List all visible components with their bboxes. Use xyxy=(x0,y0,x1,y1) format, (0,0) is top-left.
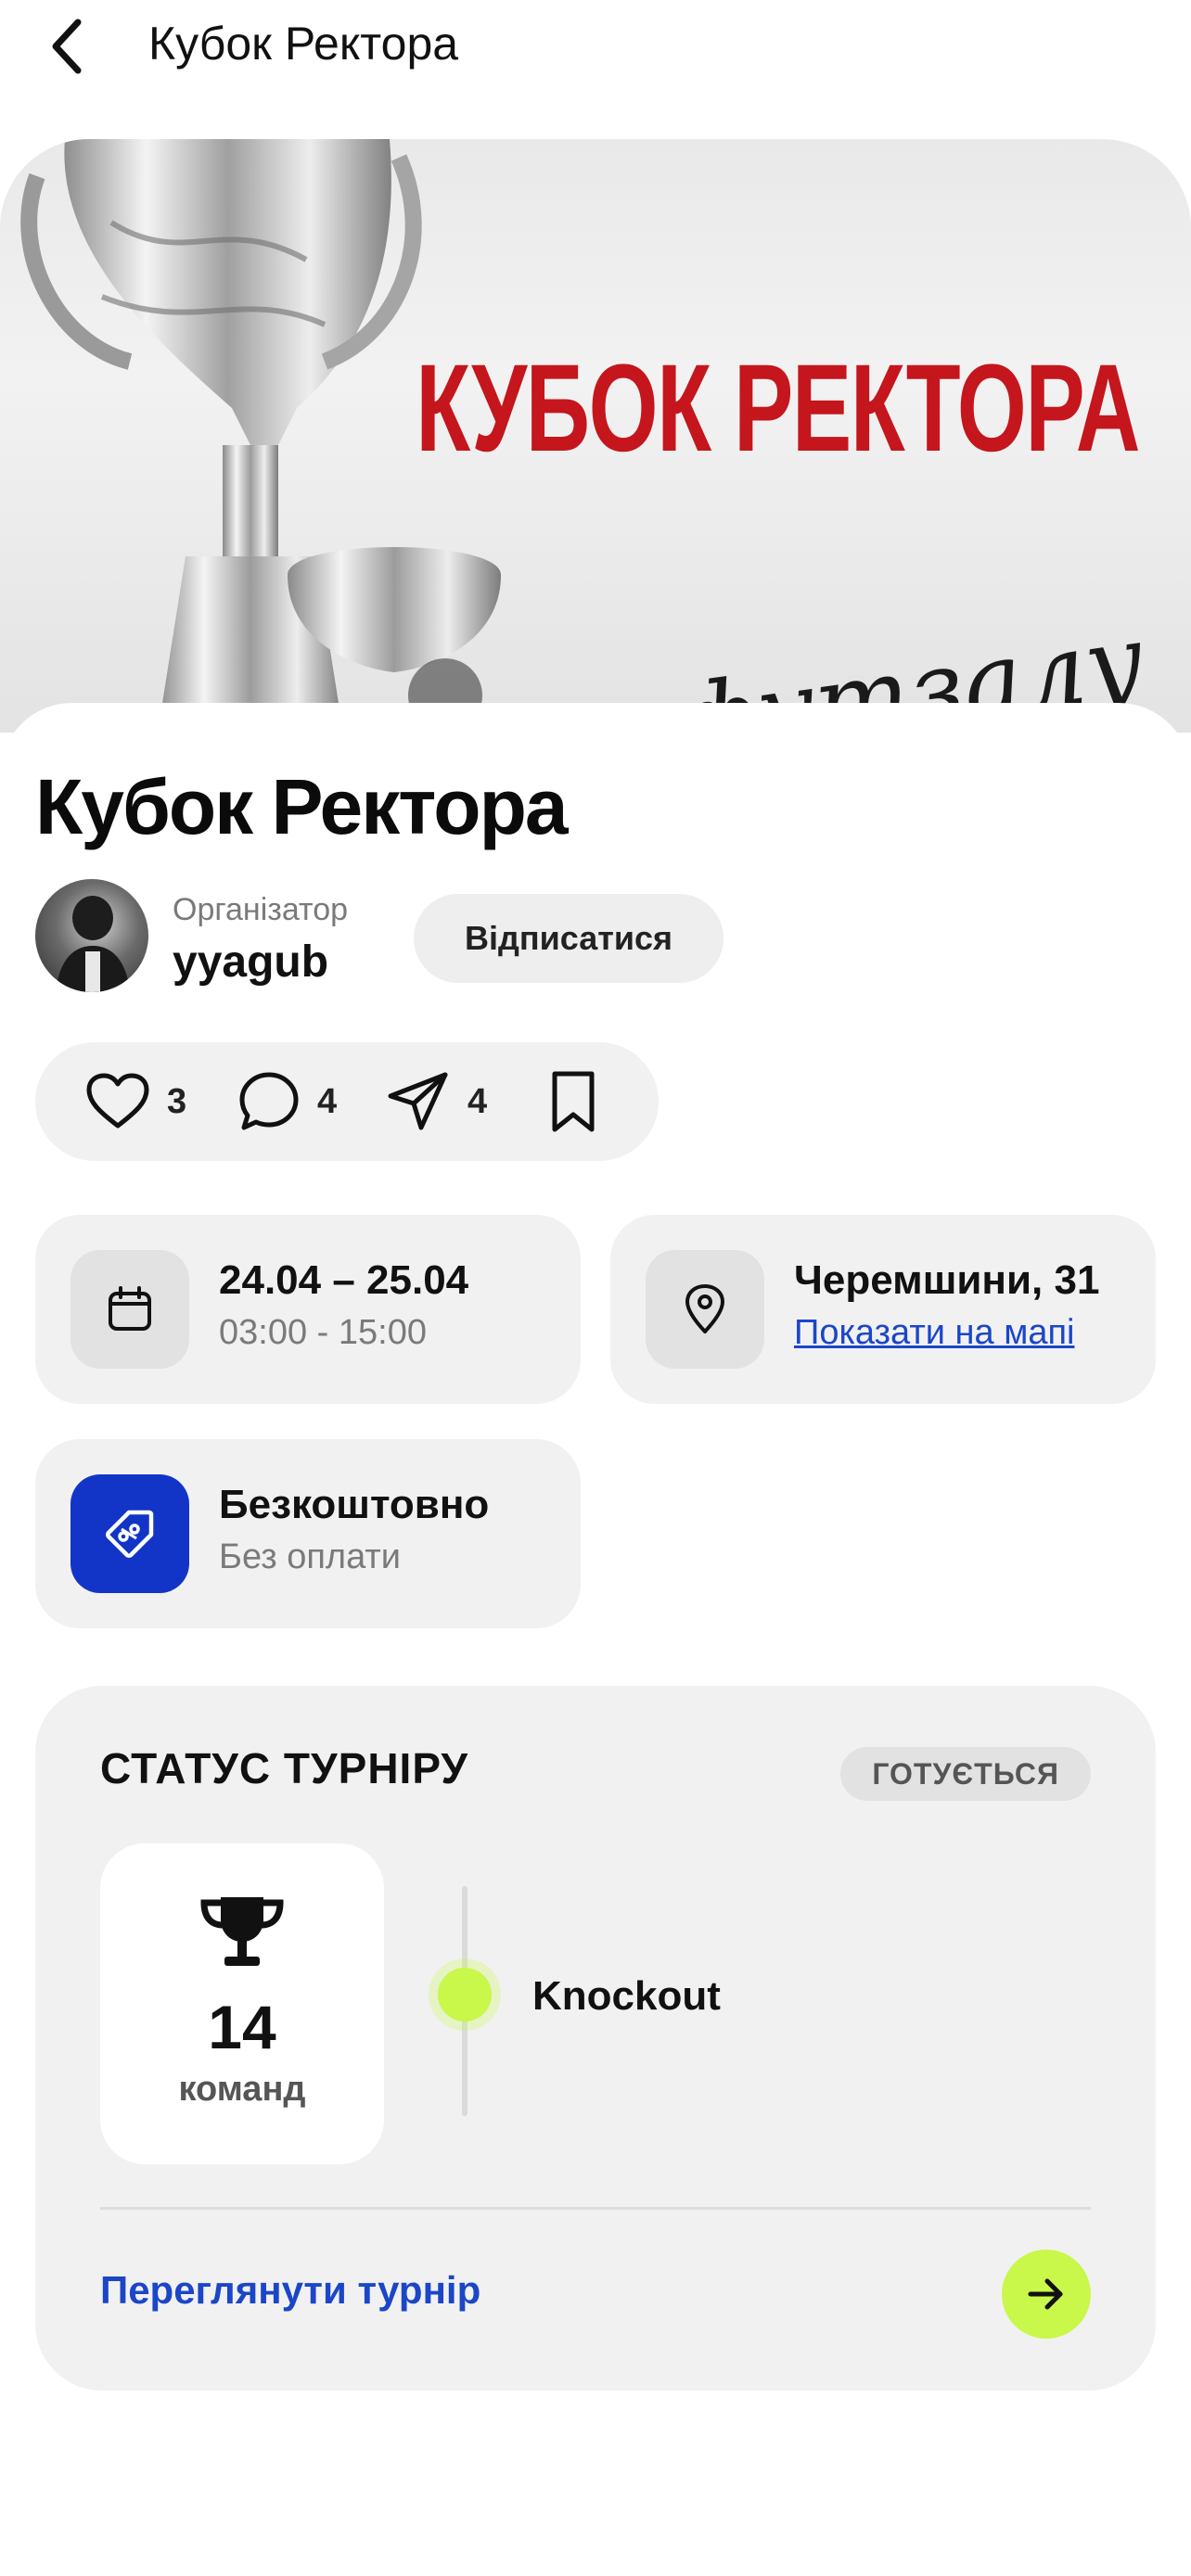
price-icon-box xyxy=(70,1474,189,1593)
location-pin-icon xyxy=(685,1284,724,1333)
organizer-name[interactable]: yyagub xyxy=(173,937,328,988)
tournament-status-card: СТАТУС ТУРНІРУ ГОТУЄТЬСЯ 14 команд Knock… xyxy=(35,1686,1156,2391)
date-range: 24.04 – 25.04 xyxy=(219,1257,469,1303)
avatar-image xyxy=(56,896,130,992)
event-title: Кубок Ректора xyxy=(35,763,569,850)
status-title: СТАТУС ТУРНІРУ xyxy=(100,1744,469,1792)
back-button[interactable] xyxy=(37,13,96,80)
like-button[interactable]: 3 xyxy=(85,1070,186,1133)
teams-label: команд xyxy=(178,2070,306,2109)
page-title: Кубок Ректора xyxy=(148,18,459,70)
organizer-avatar[interactable] xyxy=(35,879,148,992)
stage-name: Knockout xyxy=(532,1973,721,2019)
organizer-label: Організатор xyxy=(173,892,349,927)
top-bar: Кубок Ректора xyxy=(0,0,1191,93)
date-tile: 24.04 – 25.04 03:00 - 15:00 xyxy=(35,1215,581,1404)
price-title: Безкоштовно xyxy=(219,1482,490,1527)
calendar-icon-box xyxy=(70,1250,189,1369)
send-icon xyxy=(388,1072,448,1130)
price-tag-icon xyxy=(106,1510,154,1558)
actions-bar: 3 4 4 xyxy=(35,1042,659,1161)
comment-count: 4 xyxy=(317,1081,338,1121)
like-count: 3 xyxy=(167,1081,187,1121)
divider xyxy=(100,2207,1091,2210)
heart-icon xyxy=(86,1073,149,1129)
status-badge: ГОТУЄТЬСЯ xyxy=(840,1747,1091,1801)
view-tournament-link[interactable]: Переглянути турнір xyxy=(100,2268,480,2313)
trophy-icon xyxy=(200,1897,284,1966)
bookmark-button[interactable] xyxy=(547,1070,599,1133)
share-button[interactable]: 4 xyxy=(386,1070,487,1133)
location-tile: Черемшини, 31 Показати на мапі xyxy=(610,1215,1156,1404)
share-count: 4 xyxy=(467,1081,488,1121)
teams-count: 14 xyxy=(208,1993,276,2061)
location-icon-box xyxy=(646,1250,764,1369)
comment-button[interactable]: 4 xyxy=(237,1070,337,1133)
arrow-right-icon xyxy=(1028,2278,1063,2310)
comment-icon xyxy=(239,1072,299,1130)
hero-banner: КУБОК РЕКТОРА з футзалу xyxy=(0,139,1191,733)
teams-box: 14 команд xyxy=(100,1843,384,2164)
bookmark-icon xyxy=(552,1071,595,1132)
price-tile: Безкоштовно Без оплати xyxy=(35,1439,581,1628)
show-on-map-link[interactable]: Показати на мапі xyxy=(794,1313,1074,1353)
price-subtitle: Без оплати xyxy=(219,1537,402,1576)
hero-title: КУБОК РЕКТОРА xyxy=(416,339,1140,478)
calendar-icon xyxy=(109,1286,151,1331)
view-tournament-button[interactable] xyxy=(1002,2250,1091,2339)
address: Черемшини, 31 xyxy=(794,1257,1100,1303)
stage-indicator xyxy=(438,1968,492,2021)
unsubscribe-button[interactable]: Відписатися xyxy=(414,894,724,983)
time-range: 03:00 - 15:00 xyxy=(219,1313,427,1352)
back-icon xyxy=(52,19,82,74)
